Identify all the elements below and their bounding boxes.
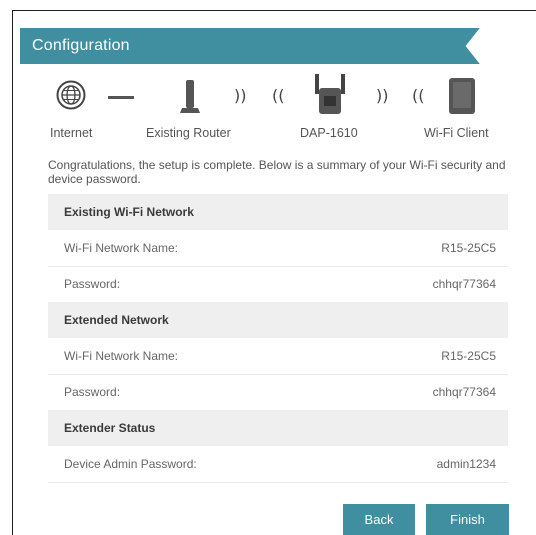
window-border-left: [12, 10, 13, 535]
field-label: Wi-Fi Network Name:: [64, 241, 179, 255]
wifi-client-device-icon: [449, 78, 475, 114]
finish-button[interactable]: Finish: [426, 504, 509, 535]
wired-connection-line: [108, 96, 134, 99]
wireless-signal-icon: ((: [272, 86, 285, 105]
extender-icon: [315, 74, 345, 114]
section-title: Extended Network: [64, 313, 169, 327]
page-title: Configuration: [32, 37, 130, 54]
internet-label: Internet: [50, 126, 93, 140]
field-label: Device Admin Password:: [64, 457, 197, 471]
field-value: R15-25C5: [441, 241, 496, 255]
field-value: R15-25C5: [441, 349, 496, 363]
router-icon: [180, 80, 200, 113]
window-border-top: [12, 10, 536, 11]
field-label: Password:: [64, 277, 121, 291]
existing-password-row: Password: chhqr77364: [48, 266, 508, 303]
back-button[interactable]: Back: [343, 504, 415, 535]
extended-network-name-row: Wi-Fi Network Name: R15-25C5: [48, 338, 508, 375]
summary-intro-text: Congratulations, the setup is complete. …: [48, 158, 506, 186]
field-value: admin1234: [436, 457, 496, 471]
section-title: Existing Wi-Fi Network: [64, 205, 194, 219]
wireless-signal-icon: )): [376, 86, 389, 105]
wireless-signal-icon: ((: [412, 86, 425, 105]
globe-icon: [56, 80, 86, 110]
field-label: Wi-Fi Network Name:: [64, 349, 179, 363]
wireless-signal-icon: )): [234, 86, 247, 105]
extended-password-row: Password: chhqr77364: [48, 374, 508, 411]
admin-password-row: Device Admin Password: admin1234: [48, 446, 508, 483]
existing-router-label: Existing Router: [146, 126, 231, 140]
field-label: Password:: [64, 385, 121, 399]
existing-network-name-row: Wi-Fi Network Name: R15-25C5: [48, 230, 508, 267]
wifi-client-label: Wi-Fi Client: [424, 126, 489, 140]
section-extender-status: Extender Status: [48, 410, 508, 446]
section-title: Extender Status: [64, 421, 156, 435]
section-extended-network: Extended Network: [48, 302, 508, 338]
field-value: chhqr77364: [432, 277, 496, 291]
extender-label: DAP-1610: [300, 126, 358, 140]
field-value: chhqr77364: [432, 385, 496, 399]
section-existing-network: Existing Wi-Fi Network: [48, 194, 508, 230]
